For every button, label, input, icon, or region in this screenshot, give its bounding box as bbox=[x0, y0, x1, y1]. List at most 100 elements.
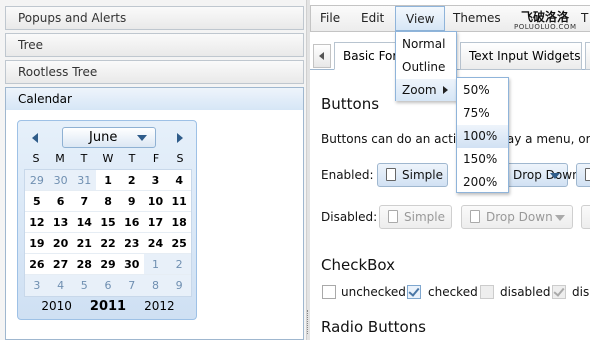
chevron-left-icon bbox=[319, 52, 324, 60]
accordion-tree[interactable]: Tree bbox=[5, 33, 304, 57]
calendar-day[interactable]: 5 bbox=[72, 275, 97, 296]
calendar-day[interactable]: 7 bbox=[72, 191, 96, 211]
calendar-day[interactable]: 3 bbox=[25, 275, 49, 296]
zoom-option-50[interactable]: 50% bbox=[457, 79, 508, 102]
calendar-day[interactable]: 16 bbox=[120, 212, 144, 232]
checkbox-checked-label: checked bbox=[428, 285, 478, 299]
menu-item-truncated[interactable]: T bbox=[581, 6, 588, 31]
zoom-option-150[interactable]: 150% bbox=[457, 148, 508, 171]
checkbox-checked[interactable] bbox=[407, 285, 421, 299]
calendar-day[interactable]: 4 bbox=[167, 170, 191, 190]
year-previous[interactable]: 2010 bbox=[41, 299, 72, 314]
checkbox-disabled-label: disabled bbox=[500, 285, 551, 299]
disabled-label: Disabled: bbox=[321, 210, 378, 224]
year-current: 2011 bbox=[89, 299, 127, 314]
calendar-day[interactable]: 1 bbox=[143, 254, 168, 274]
menu-view[interactable]: View bbox=[395, 6, 446, 31]
zoom-option-75[interactable]: 75% bbox=[457, 102, 508, 125]
accordion-rootless-tree[interactable]: Rootless Tree bbox=[5, 60, 304, 84]
calendar-day[interactable]: 8 bbox=[143, 275, 168, 296]
calendar-day[interactable]: 15 bbox=[96, 212, 120, 232]
calendar-day[interactable]: 5 bbox=[25, 191, 49, 211]
calendar-day[interactable]: 30 bbox=[48, 170, 73, 190]
calendar-day[interactable]: 9 bbox=[167, 275, 192, 296]
weekday-label: S bbox=[32, 152, 40, 165]
previous-month-icon[interactable] bbox=[32, 133, 38, 143]
calendar-week: 5 6 7 8 9 10 11 bbox=[25, 191, 191, 212]
calendar-day[interactable]: 27 bbox=[49, 254, 73, 274]
tab-scroll-left-button[interactable] bbox=[313, 44, 331, 68]
calendar-day[interactable]: 11 bbox=[167, 191, 191, 211]
calendar-week: 12 13 14 15 16 17 18 bbox=[25, 212, 191, 233]
checkbox-disabled-checked-label: disabled bbox=[572, 285, 590, 299]
tab-content: Buttons Buttons can do an action, displa… bbox=[310, 70, 590, 340]
menu-themes[interactable]: Themes bbox=[453, 6, 501, 31]
calendar-day[interactable]: 10 bbox=[144, 191, 168, 211]
calendar-day[interactable]: 29 bbox=[96, 254, 120, 274]
calendar-day[interactable]: 2 bbox=[167, 254, 192, 274]
chevron-down-icon bbox=[137, 135, 147, 141]
left-panel: Popups and Alerts Tree Rootless Tree Cal… bbox=[0, 0, 306, 340]
calendar-day[interactable]: 4 bbox=[48, 275, 73, 296]
radio-buttons-heading: Radio Buttons bbox=[321, 318, 426, 336]
calendar-day[interactable]: 7 bbox=[119, 275, 144, 296]
weekday-label: T bbox=[128, 152, 136, 165]
tab-text-input-widgets[interactable]: Text Input Widgets bbox=[460, 42, 582, 70]
calendar-day[interactable]: 14 bbox=[72, 212, 96, 232]
view-menu-outline[interactable]: Outline bbox=[396, 56, 456, 78]
zoom-option-200[interactable]: 200% bbox=[457, 171, 508, 194]
calendar-day[interactable]: 29 bbox=[25, 170, 49, 190]
next-month-icon[interactable] bbox=[177, 133, 183, 143]
calendar-day[interactable]: 6 bbox=[49, 191, 73, 211]
calendar-day[interactable]: 25 bbox=[167, 233, 191, 253]
calendar-day[interactable]: 12 bbox=[25, 212, 49, 232]
checkbox-disabled-checked bbox=[552, 285, 566, 299]
calendar-grid: 29 30 31 1 2 3 4 5 6 7 8 9 10 11 12 13 1… bbox=[24, 169, 192, 297]
chevron-down-icon bbox=[555, 215, 565, 221]
calendar-day[interactable]: 28 bbox=[72, 254, 96, 274]
simple-button-disabled: Simple bbox=[379, 205, 452, 229]
calendar-day[interactable]: 8 bbox=[96, 191, 120, 211]
calendar-day[interactable]: 17 bbox=[144, 212, 168, 232]
calendar-day[interactable]: 19 bbox=[25, 233, 49, 253]
enabled-label: Enabled: bbox=[321, 168, 374, 182]
combo-button-enabled[interactable] bbox=[576, 163, 590, 187]
calendar-day[interactable]: 9 bbox=[120, 191, 144, 211]
checkbox-unchecked[interactable] bbox=[322, 285, 336, 299]
calendar-week: 19 20 21 22 23 24 25 bbox=[25, 233, 191, 254]
calendar-day[interactable]: 1 bbox=[96, 170, 120, 190]
splitter-grip-icon[interactable] bbox=[307, 310, 309, 334]
calendar-day[interactable]: 23 bbox=[120, 233, 144, 253]
calendar-day[interactable]: 26 bbox=[25, 254, 49, 274]
calendar-day[interactable]: 24 bbox=[144, 233, 168, 253]
accordion-popups-and-alerts[interactable]: Popups and Alerts bbox=[5, 6, 304, 30]
calendar-day[interactable]: 21 bbox=[72, 233, 96, 253]
zoom-option-100[interactable]: 100% bbox=[457, 125, 508, 148]
month-dropdown[interactable]: June bbox=[62, 127, 156, 148]
calendar-week: 26 27 28 29 30 1 2 bbox=[25, 254, 192, 275]
simple-button[interactable]: Simple bbox=[377, 163, 448, 187]
calendar-day[interactable]: 31 bbox=[72, 170, 97, 190]
calendar-day[interactable]: 3 bbox=[144, 170, 168, 190]
view-menu-normal[interactable]: Normal bbox=[396, 33, 456, 55]
calendar-day[interactable]: 30 bbox=[120, 254, 144, 274]
view-menu-zoom[interactable]: Zoom bbox=[396, 79, 456, 101]
menu-file[interactable]: File bbox=[320, 6, 340, 31]
drop-down-button-disabled-label: Drop Down bbox=[486, 210, 553, 224]
chevron-right-icon bbox=[443, 86, 448, 94]
calendar-day[interactable]: 22 bbox=[96, 233, 120, 253]
calendar-day[interactable]: 13 bbox=[49, 212, 73, 232]
calendar-day[interactable]: 18 bbox=[167, 212, 191, 232]
weekday-header: S M T W T F S bbox=[24, 152, 192, 165]
view-menu-dropdown: Normal Outline Zoom bbox=[395, 31, 457, 101]
menu-edit[interactable]: Edit bbox=[361, 6, 384, 31]
weekday-label: S bbox=[176, 152, 184, 165]
accordion-calendar[interactable]: Calendar bbox=[5, 87, 304, 111]
edit-icon bbox=[470, 210, 480, 223]
calendar-day[interactable]: 2 bbox=[120, 170, 144, 190]
calendar-day[interactable]: 6 bbox=[96, 275, 120, 296]
year-next[interactable]: 2012 bbox=[144, 299, 175, 314]
tab-overflow[interactable] bbox=[585, 42, 590, 70]
weekday-label: W bbox=[102, 152, 114, 165]
calendar-day[interactable]: 20 bbox=[49, 233, 73, 253]
